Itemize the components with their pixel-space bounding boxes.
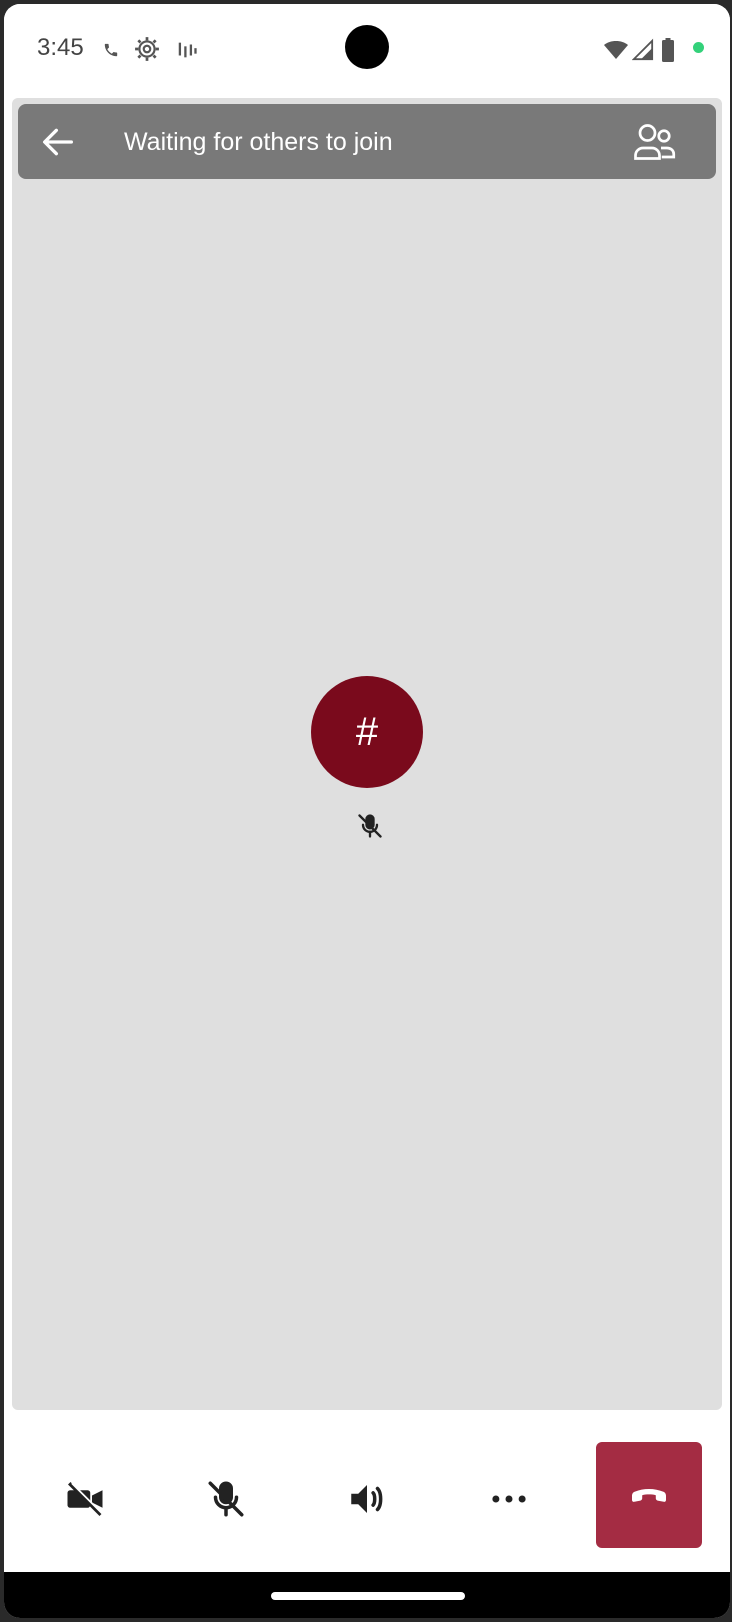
hang-up-button[interactable] <box>596 1442 702 1548</box>
home-gesture-handle[interactable] <box>271 1592 465 1600</box>
participant-avatar: # <box>311 676 423 788</box>
navigation-bar <box>4 1572 730 1618</box>
more-icon <box>492 1495 526 1503</box>
cellular-icon <box>632 38 654 61</box>
phone-icon <box>104 43 118 57</box>
phone-hangup-icon <box>632 1489 666 1502</box>
call-controls <box>4 1412 730 1572</box>
arrow-left-icon <box>43 128 74 156</box>
phone-screen: 3:45 Waiting for others to join # <box>4 4 730 1618</box>
front-camera <box>345 25 389 69</box>
wifi-icon <box>604 41 628 59</box>
settings-gear-icon <box>135 37 159 61</box>
speaker-icon <box>351 1485 383 1513</box>
speaker-button[interactable] <box>332 1464 402 1534</box>
back-button[interactable] <box>38 122 78 162</box>
call-status-title: Waiting for others to join <box>124 128 393 156</box>
video-off-icon <box>67 1482 104 1516</box>
status-bar: 3:45 <box>4 4 730 96</box>
signal-bars-icon <box>178 42 197 58</box>
people-icon <box>634 124 676 160</box>
mic-off-icon <box>208 1481 244 1517</box>
camera-off-button[interactable] <box>50 1464 120 1534</box>
more-options-button[interactable] <box>474 1464 544 1534</box>
participants-button[interactable] <box>634 122 676 162</box>
call-header: Waiting for others to join <box>18 104 716 179</box>
battery-icon <box>662 38 674 62</box>
mic-muted-icon <box>358 814 382 838</box>
status-time: 3:45 <box>37 34 84 61</box>
privacy-indicator-dot <box>693 42 704 53</box>
mic-off-button[interactable] <box>191 1464 261 1534</box>
